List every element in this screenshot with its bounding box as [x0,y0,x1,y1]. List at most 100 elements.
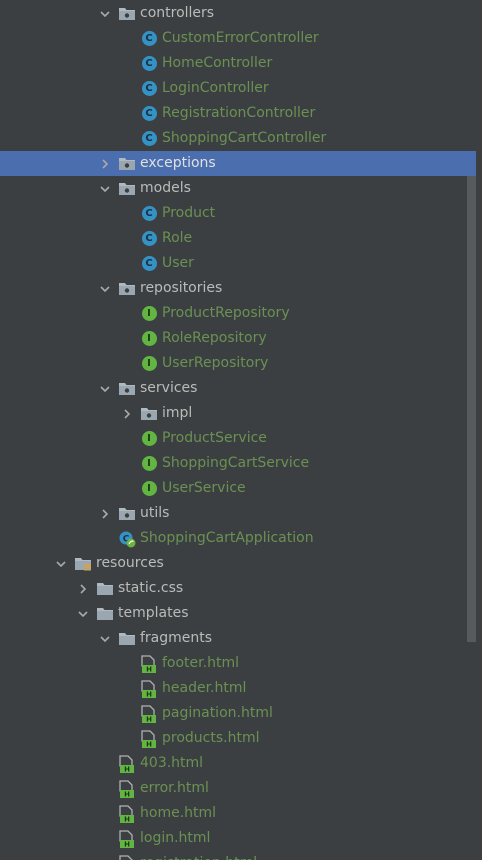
tree-row-user[interactable]: C User [0,251,476,276]
tree-row-homecontroller[interactable]: C HomeController [0,51,476,76]
tree-row-products-html[interactable]: Hproducts.html [0,726,476,751]
tree-row-label: CustomErrorController [162,30,319,46]
tree-row-registration-html[interactable]: Hregistration.html [0,851,476,860]
folder-icon [118,630,136,648]
resources-folder-icon [74,555,92,573]
tree-row-repositories[interactable]: repositories [0,276,476,301]
html-file-icon: H [140,729,158,748]
tree-row-templates[interactable]: templates [0,601,476,626]
interface-icon: I [140,305,158,323]
tree-row-rolerepository[interactable]: I RoleRepository [0,326,476,351]
tree-row-models[interactable]: models [0,176,476,201]
chevron-down-icon[interactable] [98,382,112,396]
tree-row-shoppingcartcontroller[interactable]: C ShoppingCartController [0,126,476,151]
html-file-icon: H [118,854,136,860]
tree-row-footer-html[interactable]: Hfooter.html [0,651,476,676]
tree-row-label: resources [96,555,164,571]
chevron-right-icon[interactable] [76,582,90,596]
tree-row-label: LoginController [162,80,269,96]
tree-row-utils[interactable]: utils [0,501,476,526]
tree-row-productservice[interactable]: I ProductService [0,426,476,451]
package-folder-icon [118,155,136,173]
svg-text:H: H [146,690,152,698]
tree-row-label: footer.html [162,655,239,671]
html-file-icon: H [118,779,136,798]
tree-row-role[interactable]: C Role [0,226,476,251]
class-icon: C [140,80,158,98]
tree-row-label: Role [162,230,193,246]
tree-row-label: templates [118,605,189,621]
html-file-icon: H [118,829,136,848]
tree-row-label: RoleRepository [162,330,267,346]
package-folder-icon [140,405,158,423]
class-icon: C [140,205,158,223]
tree-row-shoppingcartservice[interactable]: I ShoppingCartService [0,451,476,476]
tree-row-label: repositories [140,280,223,296]
html-file-icon: H [140,679,158,698]
tree-row-label: User [162,255,194,271]
tree-row-customerrorcontroller[interactable]: C CustomErrorController [0,26,476,51]
chevron-down-icon[interactable] [98,7,112,21]
html-file-icon: H [140,654,158,673]
tree-row-label: ProductRepository [162,305,290,321]
chevron-right-icon[interactable] [120,407,134,421]
svg-text:H: H [146,665,152,673]
tree-row-home-html[interactable]: Hhome.html [0,801,476,826]
svg-text:H: H [124,815,130,823]
tree-row-logincontroller[interactable]: C LoginController [0,76,476,101]
tree-row-userrepository[interactable]: I UserRepository [0,351,476,376]
tree-row-login-html[interactable]: Hlogin.html [0,826,476,851]
svg-text:H: H [124,790,130,798]
package-folder-icon [118,505,136,523]
package-folder-icon [118,380,136,398]
tree-row-pagination-html[interactable]: Hpagination.html [0,701,476,726]
tree-row-label: models [140,180,191,196]
tree-row-fragments[interactable]: fragments [0,626,476,651]
chevron-down-icon[interactable] [54,557,68,571]
html-file-icon: H [118,754,136,773]
chevron-right-icon[interactable] [98,507,112,521]
tree-row-impl[interactable]: impl [0,401,476,426]
tree-row-controllers[interactable]: controllers [0,1,476,26]
tree-row-label: login.html [140,830,211,846]
tree-row-label: 403.html [140,755,204,771]
package-folder-icon [118,180,136,198]
svg-text:H: H [124,765,130,773]
svg-text:H: H [124,840,130,848]
tree-row-shoppingcartapplication[interactable]: C ShoppingCartApplication [0,526,476,551]
tree-row-403-html[interactable]: H 403.html [0,751,476,776]
tree-row-exceptions[interactable]: exceptions [0,151,476,176]
tree-row-label: ShoppingCartApplication [140,530,314,546]
tree-row-error-html[interactable]: Herror.html [0,776,476,801]
tree-row-productrepository[interactable]: I ProductRepository [0,301,476,326]
tree-row-header-html[interactable]: Hheader.html [0,676,476,701]
tree-row-label: error.html [140,780,209,796]
tree-row-label: services [140,380,198,396]
html-file-icon: H [118,804,136,823]
tree-row-label: exceptions [140,155,216,171]
chevron-down-icon[interactable] [76,607,90,621]
tree-row-userservice[interactable]: I UserService [0,476,476,501]
project-tree: controllers C CustomErrorController C HomeCo… [0,0,482,860]
class-icon: C [140,30,158,48]
svg-text:H: H [146,715,152,723]
tree-row-label: HomeController [162,55,273,71]
class-icon: C [140,105,158,123]
tree-row-label: ShoppingCartController [162,130,327,146]
tree-row-product[interactable]: C Product [0,201,476,226]
html-file-icon: H [140,704,158,723]
tree-row-label: products.html [162,730,260,746]
tree-row-label: home.html [140,805,217,821]
interface-icon: I [140,430,158,448]
tree-row-registrationcontroller[interactable]: C RegistrationController [0,101,476,126]
tree-row-static-css[interactable]: static.css [0,576,476,601]
tree-row-label: impl [162,405,193,421]
interface-icon: I [140,480,158,498]
tree-row-services[interactable]: services [0,376,476,401]
tree-row-resources[interactable]: resources [0,551,476,576]
chevron-down-icon[interactable] [98,182,112,196]
chevron-down-icon[interactable] [98,282,112,296]
tree-row-label: ShoppingCartService [162,455,310,471]
chevron-down-icon[interactable] [98,632,112,646]
chevron-right-icon[interactable] [98,157,112,171]
